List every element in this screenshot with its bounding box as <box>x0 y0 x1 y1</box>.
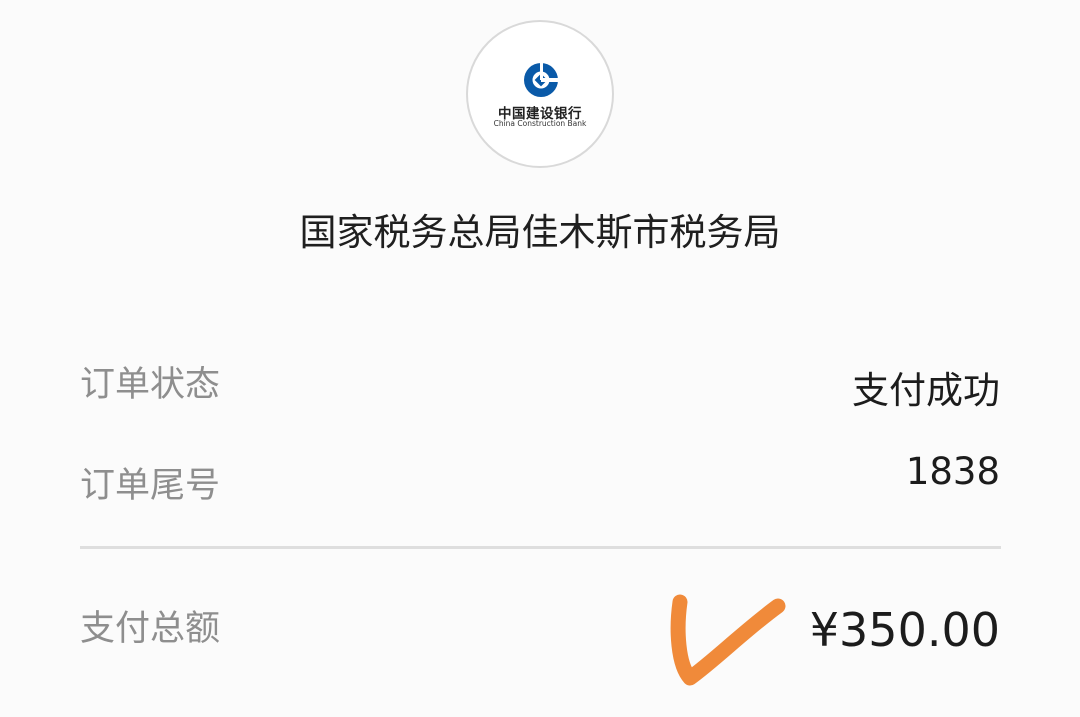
order-tail-label: 订单尾号 <box>80 466 221 506</box>
divider <box>80 546 1001 549</box>
bank-name-en: China Construction Bank <box>493 119 587 128</box>
bank-logo: 中国建设银行 China Construction Bank <box>466 20 614 168</box>
payment-total-label: 支付总额 <box>80 609 221 649</box>
payment-total-value: ¥350.00 <box>809 603 1000 657</box>
payment-detail-card: 中国建设银行 China Construction Bank 国家税务总局佳木斯… <box>0 0 1080 717</box>
order-status-value: 支付成功 <box>852 369 1000 412</box>
order-status-label: 订单状态 <box>80 365 221 405</box>
ccb-logo-icon <box>524 62 559 97</box>
handwritten-check-icon <box>670 594 786 686</box>
merchant-name: 国家税务总局佳木斯市税务局 <box>299 211 781 254</box>
order-tail-value: 1838 <box>905 450 1000 493</box>
